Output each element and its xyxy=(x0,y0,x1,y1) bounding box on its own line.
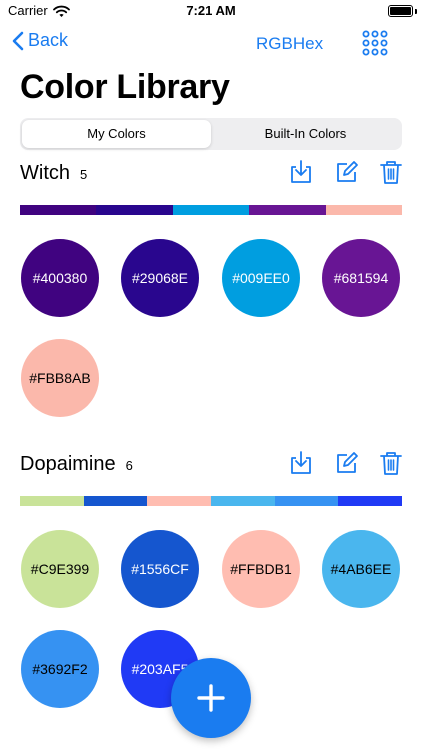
chevron-left-icon xyxy=(12,31,24,50)
status-time: 7:21 AM xyxy=(186,3,236,18)
segment-built-in-colors[interactable]: Built-In Colors xyxy=(211,120,400,148)
palette-strip xyxy=(20,205,403,215)
strip-segment xyxy=(338,496,403,506)
strip-segment xyxy=(96,205,173,215)
color-swatch[interactable]: #009EE0 xyxy=(222,239,300,317)
download-icon xyxy=(291,451,311,474)
strip-segment xyxy=(325,205,403,215)
delete-button[interactable] xyxy=(377,449,405,477)
download-button[interactable] xyxy=(287,449,315,477)
page-title: Color Library xyxy=(20,68,230,106)
plus-icon xyxy=(197,684,225,712)
strip-segment xyxy=(147,496,212,506)
color-swatch[interactable]: #FFBDB1 xyxy=(222,530,300,608)
trash-icon xyxy=(380,161,402,184)
palette-actions xyxy=(0,158,422,188)
status-bar: Carrier 7:21 AM xyxy=(0,0,422,24)
color-swatch[interactable]: #FBB8AB xyxy=(21,339,99,417)
trash-icon xyxy=(380,452,402,475)
battery-icon xyxy=(388,5,413,17)
color-swatch[interactable]: #C9E399 xyxy=(21,530,99,608)
strip-segment xyxy=(20,205,97,215)
strip-segment xyxy=(249,205,326,215)
color-swatch[interactable]: #29068E xyxy=(121,239,199,317)
download-icon xyxy=(291,160,311,183)
add-palette-button[interactable] xyxy=(171,658,251,738)
color-swatch[interactable]: #400380 xyxy=(21,239,99,317)
color-swatch[interactable]: #3692F2 xyxy=(21,630,99,708)
strip-segment xyxy=(172,205,250,215)
edit-icon xyxy=(337,161,358,182)
strip-segment xyxy=(20,496,84,506)
edit-icon xyxy=(337,452,358,473)
battery-cap xyxy=(415,9,417,14)
nav-bar: Back RGBHex xyxy=(0,28,422,60)
color-swatch[interactable]: #4AB6EE xyxy=(322,530,400,608)
color-swatch[interactable]: #1556CF xyxy=(121,530,199,608)
palette-actions xyxy=(0,449,422,479)
strip-segment xyxy=(83,496,148,506)
edit-button[interactable] xyxy=(333,158,361,186)
delete-button[interactable] xyxy=(377,158,405,186)
palette-strip xyxy=(20,496,403,506)
color-swatch[interactable]: #681594 xyxy=(322,239,400,317)
segmented-control: My Colors Built-In Colors xyxy=(20,118,402,150)
edit-button[interactable] xyxy=(333,449,361,477)
grid-dots-icon xyxy=(362,30,388,56)
segment-my-colors[interactable]: My Colors xyxy=(22,120,211,148)
strip-segment xyxy=(274,496,339,506)
rgbhex-button[interactable]: RGBHex xyxy=(256,34,323,54)
back-label: Back xyxy=(28,30,69,50)
strip-segment xyxy=(211,496,275,506)
back-button[interactable]: Back xyxy=(12,30,68,51)
app-screen: Carrier 7:21 AM Back RGBHex Color Librar… xyxy=(0,0,422,750)
download-button[interactable] xyxy=(287,158,315,186)
grid-menu-button[interactable] xyxy=(362,30,388,61)
